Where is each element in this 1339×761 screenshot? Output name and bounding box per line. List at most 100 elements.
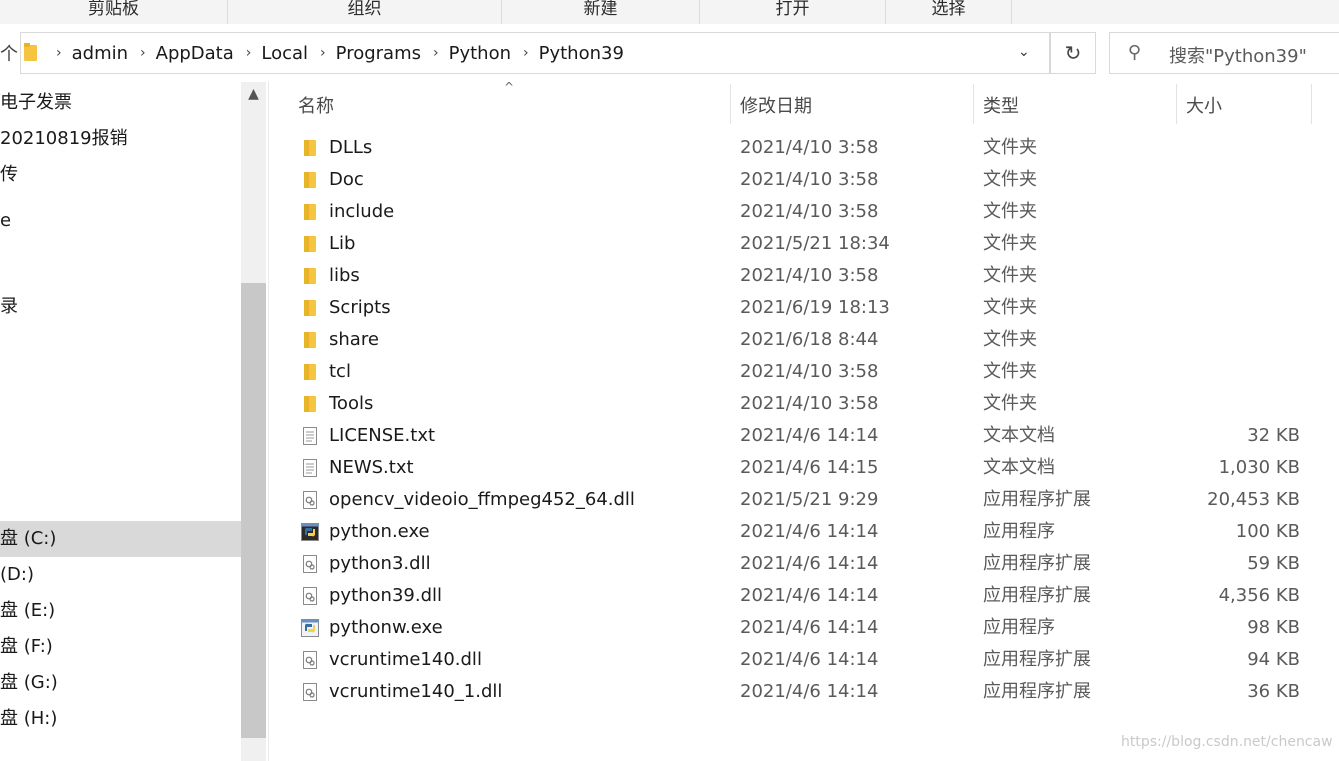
chevron-right-icon[interactable]: › <box>246 45 252 61</box>
file-row[interactable]: tcl 2021/4/10 3:58 文件夹 <box>295 356 1310 388</box>
file-row[interactable]: opencv_videoio_ffmpeg452_64.dll 2021/5/21… <box>295 484 1310 516</box>
file-row[interactable]: vcruntime140.dll 2021/4/6 14:14 应用程序扩展 94 K… <box>295 644 1310 676</box>
nav-item[interactable]: 传 <box>0 157 241 193</box>
chevron-right-icon[interactable]: › <box>140 45 146 61</box>
chevron-right-icon[interactable]: › <box>56 45 62 61</box>
column-header-type[interactable]: 类型 <box>983 92 1019 118</box>
chevron-right-icon[interactable]: › <box>523 45 529 61</box>
file-name: python3.dll <box>329 553 431 574</box>
file-type: 文件夹 <box>983 137 1037 158</box>
nav-item[interactable]: 电子发票 <box>0 85 241 121</box>
scroll-up-button[interactable]: ▲ <box>241 86 266 108</box>
file-name: LICENSE.txt <box>329 425 436 446</box>
nav-item[interactable]: 盘 (F:) <box>0 629 241 665</box>
file-date: 2021/4/6 14:14 <box>740 425 879 446</box>
file-row[interactable]: NEWS.txt 2021/4/6 14:15 文本文档 1,030 KB <box>295 452 1310 484</box>
pane-divider[interactable] <box>268 82 269 761</box>
file-name: python39.dll <box>329 585 443 606</box>
file-type: 文件夹 <box>983 169 1037 190</box>
file-row[interactable]: share 2021/6/18 8:44 文件夹 <box>295 324 1310 356</box>
column-divider[interactable] <box>1311 84 1312 124</box>
file-row[interactable]: python39.dll 2021/4/6 14:14 应用程序扩展 4,356 KB <box>295 580 1310 612</box>
file-row[interactable]: libs 2021/4/10 3:58 文件夹 <box>295 260 1310 292</box>
column-header-name[interactable]: 名称 <box>298 92 334 118</box>
ribbon-group-open: 打开 <box>700 0 886 24</box>
chevron-right-icon[interactable]: › <box>433 45 439 61</box>
file-date: 2021/4/10 3:58 <box>740 169 879 190</box>
file-name: Lib <box>329 233 356 254</box>
breadcrumb-item[interactable]: Python39 <box>539 43 624 64</box>
file-date: 2021/6/19 18:13 <box>740 297 890 318</box>
file-name: opencv_videoio_ffmpeg452_64.dll <box>329 489 635 510</box>
file-row[interactable]: Doc 2021/4/10 3:58 文件夹 <box>295 164 1310 196</box>
ribbon-group-clipboard: 剪贴板 <box>0 0 228 24</box>
nav-item[interactable]: 盘 (E:) <box>0 593 241 629</box>
column-header-size[interactable]: 大小 <box>1186 92 1222 118</box>
file-row[interactable]: DLLs 2021/4/10 3:58 文件夹 <box>295 132 1310 164</box>
file-size: 1,030 KB <box>1218 457 1300 478</box>
file-row[interactable]: Tools 2021/4/10 3:58 文件夹 <box>295 388 1310 420</box>
file-name: Tools <box>329 393 374 414</box>
nav-item[interactable]: 盘 (H:) <box>0 701 241 737</box>
column-divider[interactable] <box>973 84 974 124</box>
refresh-button[interactable]: ↻ <box>1050 32 1096 74</box>
file-row[interactable]: python.exe 2021/4/6 14:14 应用程序 100 KB <box>295 516 1310 548</box>
breadcrumb-item[interactable]: Python <box>449 43 511 64</box>
breadcrumb: › admin › AppData › Local › Programs › Python › Pyt… <box>44 41 624 65</box>
navigation-pane: 电子发票 20210819报销传 e 录盘 (C:) (D:) 盘 (E:) 盘 (F:) 盘… <box>0 82 241 761</box>
file-date: 2021/4/10 3:58 <box>740 393 879 414</box>
refresh-icon: ↻ <box>1064 41 1082 65</box>
file-date: 2021/5/21 9:29 <box>740 489 879 510</box>
file-type: 应用程序 <box>983 521 1055 542</box>
file-row[interactable]: LICENSE.txt 2021/4/6 14:14 文本文档 32 KB <box>295 420 1310 452</box>
scrollbar-thumb[interactable] <box>241 283 266 738</box>
file-name: Scripts <box>329 297 391 318</box>
file-row[interactable]: Lib 2021/5/21 18:34 文件夹 <box>295 228 1310 260</box>
breadcrumb-item[interactable]: AppData <box>156 43 234 64</box>
file-date: 2021/4/10 3:58 <box>740 265 879 286</box>
file-type: 文件夹 <box>983 201 1037 222</box>
column-header-date[interactable]: 修改日期 <box>740 92 812 118</box>
file-date: 2021/4/6 14:15 <box>740 457 879 478</box>
nav-item[interactable]: e <box>0 203 241 239</box>
file-date: 2021/4/6 14:14 <box>740 617 879 638</box>
file-name: NEWS.txt <box>329 457 414 478</box>
search-placeholder: 搜索"Python39" <box>1169 46 1307 67</box>
chevron-down-icon[interactable]: ⌄ <box>1018 44 1030 60</box>
file-type: 文件夹 <box>983 393 1037 414</box>
file-size: 98 KB <box>1247 617 1300 638</box>
folder-icon <box>24 43 37 61</box>
file-size: 36 KB <box>1247 681 1300 702</box>
file-type: 应用程序扩展 <box>983 489 1091 510</box>
file-date: 2021/4/6 14:14 <box>740 585 879 606</box>
file-row[interactable]: Scripts 2021/6/19 18:13 文件夹 <box>295 292 1310 324</box>
file-name: Doc <box>329 169 364 190</box>
chevron-right-icon[interactable]: › <box>320 45 326 61</box>
ribbon-group-organize: 组织 <box>228 0 502 24</box>
nav-item[interactable]: (D:) <box>0 557 241 593</box>
column-divider[interactable] <box>1176 84 1177 124</box>
file-name: pythonw.exe <box>329 617 443 638</box>
file-name: vcruntime140_1.dll <box>329 681 503 702</box>
file-date: 2021/5/21 18:34 <box>740 233 890 254</box>
file-date: 2021/4/6 14:14 <box>740 649 879 670</box>
nav-item[interactable]: 盘 (C:) <box>0 521 241 557</box>
nav-item[interactable]: 录 <box>0 289 241 325</box>
file-type: 文本文档 <box>983 457 1055 478</box>
file-row[interactable]: vcruntime140_1.dll 2021/4/6 14:14 应用程序扩展 36… <box>295 676 1310 708</box>
breadcrumb-item[interactable]: Programs <box>336 43 421 64</box>
column-divider[interactable] <box>730 84 731 124</box>
up-folder-button[interactable]: 个 <box>0 40 18 66</box>
file-size: 20,453 KB <box>1207 489 1300 510</box>
nav-item[interactable]: 20210819报销 <box>0 121 241 157</box>
file-date: 2021/4/6 14:14 <box>740 681 879 702</box>
file-type: 文件夹 <box>983 297 1037 318</box>
file-row[interactable]: pythonw.exe 2021/4/6 14:14 应用程序 98 KB <box>295 612 1310 644</box>
breadcrumb-item[interactable]: admin <box>72 43 128 64</box>
nav-item[interactable]: 盘 (G:) <box>0 665 241 701</box>
breadcrumb-item[interactable]: Local <box>261 43 308 64</box>
file-type: 应用程序扩展 <box>983 585 1091 606</box>
file-row[interactable]: include 2021/4/10 3:58 文件夹 <box>295 196 1310 228</box>
file-row[interactable]: python3.dll 2021/4/6 14:14 应用程序扩展 59 KB <box>295 548 1310 580</box>
file-date: 2021/4/6 14:14 <box>740 553 879 574</box>
